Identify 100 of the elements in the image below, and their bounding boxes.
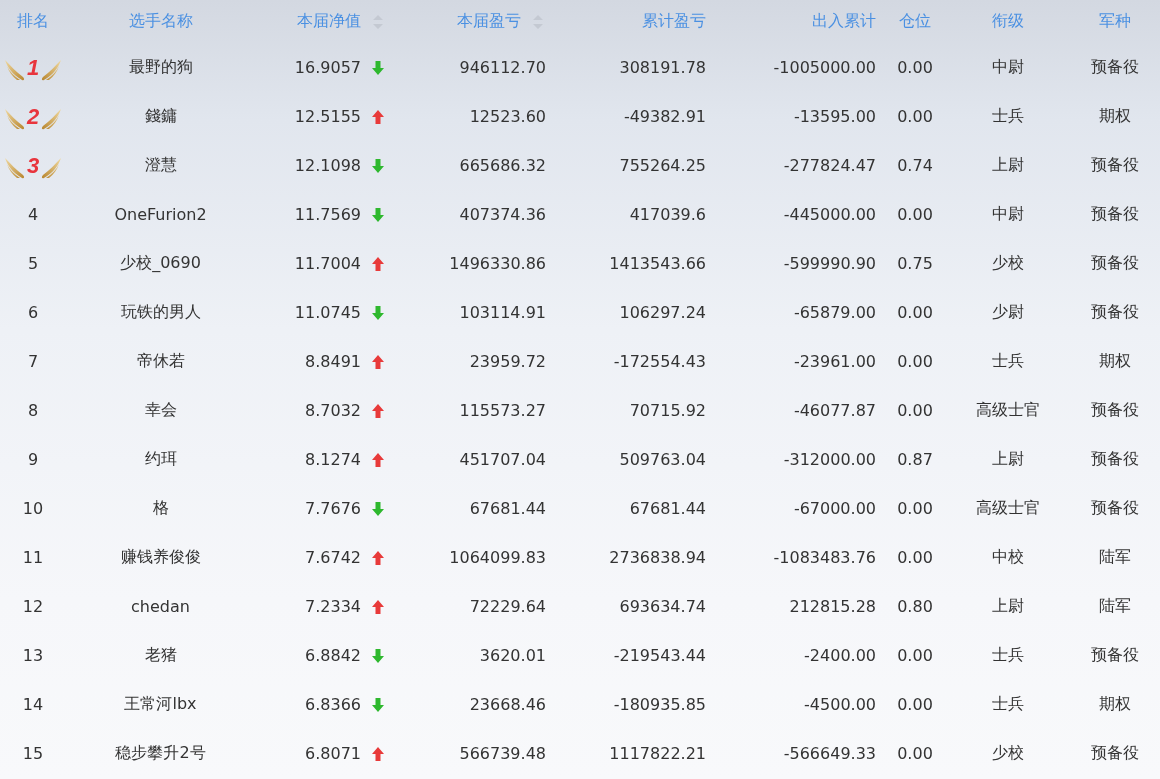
rank-number: 4 <box>27 205 39 224</box>
rank-number: 8 <box>27 401 39 420</box>
table-cell: 7.6742 <box>305 548 361 567</box>
table-cell: 陆军 <box>1099 596 1131 617</box>
table-cell: 693634.74 <box>619 597 706 616</box>
table-cell: 0.00 <box>897 107 933 126</box>
player-name[interactable]: 錢鏞 <box>144 106 177 127</box>
rank-number: 5 <box>27 254 39 273</box>
player-name[interactable]: 稳步攀升2号 <box>115 743 206 764</box>
table-cell: 1064099.83 <box>449 548 546 567</box>
table-cell: 预备役 <box>1091 302 1139 323</box>
table-cell: 0.00 <box>897 303 933 322</box>
player-name[interactable]: chedan <box>131 597 190 616</box>
table-cell: 1413543.66 <box>609 254 706 273</box>
player-name[interactable]: 澄慧 <box>144 155 177 176</box>
table-cell: -445000.00 <box>783 205 876 224</box>
table-cell: -219543.44 <box>613 646 706 665</box>
table-cell: 665686.32 <box>459 156 546 175</box>
table-cell: 中尉 <box>991 57 1024 78</box>
table-cell: 11.7004 <box>294 254 361 273</box>
table-cell: 少校 <box>991 253 1024 274</box>
table-cell: 1117822.21 <box>609 744 706 763</box>
table-cell: -65879.00 <box>793 303 876 322</box>
table-cell: 115573.27 <box>459 401 546 420</box>
table-cell: -1005000.00 <box>773 58 876 77</box>
player-name[interactable]: 最野的狗 <box>128 57 193 78</box>
rank-number: 13 <box>22 646 44 665</box>
column-header: 排名 <box>17 11 49 32</box>
player-name[interactable]: 约珥 <box>144 449 177 470</box>
player-name[interactable]: 王常河lbx <box>124 694 197 715</box>
table-cell: 预备役 <box>1091 400 1139 421</box>
table-cell: 高级士官 <box>975 400 1040 421</box>
table-cell: 预备役 <box>1091 253 1139 274</box>
player-name[interactable]: 玩铁的男人 <box>120 302 201 323</box>
table-cell: 16.9057 <box>294 58 361 77</box>
table-cell: 308191.78 <box>619 58 706 77</box>
column-header: 出入累计 <box>812 11 876 32</box>
table-cell: -599990.90 <box>783 254 876 273</box>
table-cell: 预备役 <box>1091 645 1139 666</box>
table-cell: -566649.33 <box>783 744 876 763</box>
table-cell: 509763.04 <box>619 450 706 469</box>
table-cell: 451707.04 <box>459 450 546 469</box>
table-cell: 预备役 <box>1091 155 1139 176</box>
column-header: 衔级 <box>991 11 1024 32</box>
table-cell: 6.8366 <box>305 695 361 714</box>
player-name[interactable]: 老猪 <box>144 645 177 666</box>
table-cell: 12.1098 <box>294 156 361 175</box>
table-cell: 67681.44 <box>629 499 706 518</box>
table-cell: 23959.72 <box>469 352 546 371</box>
table-cell: -23961.00 <box>793 352 876 371</box>
table-cell: 67681.44 <box>469 499 546 518</box>
player-name[interactable]: OneFurion2 <box>114 205 207 224</box>
table-cell: 2736838.94 <box>609 548 706 567</box>
column-header: 仓位 <box>899 11 931 32</box>
table-cell: 0.00 <box>897 499 933 518</box>
table-cell: -67000.00 <box>793 499 876 518</box>
table-cell: 少校 <box>991 743 1024 764</box>
table-cell: -4500.00 <box>804 695 876 714</box>
column-header: 军种 <box>1099 11 1131 32</box>
table-cell: 1496330.86 <box>449 254 546 273</box>
player-name[interactable]: 格 <box>152 498 169 519</box>
table-cell: 212815.28 <box>789 597 876 616</box>
table-cell: 期权 <box>1099 351 1131 372</box>
table-cell: 上尉 <box>991 449 1024 470</box>
rank-number: 7 <box>27 352 39 371</box>
table-cell: 0.75 <box>897 254 933 273</box>
player-name[interactable]: 幸会 <box>144 400 177 421</box>
table-cell: 预备役 <box>1091 743 1139 764</box>
rank-number: 15 <box>22 744 44 763</box>
rank-number: 12 <box>22 597 44 616</box>
column-header: 累计盈亏 <box>642 11 706 32</box>
table-cell: -180935.85 <box>613 695 706 714</box>
table-cell: 少尉 <box>991 302 1024 323</box>
table-cell: 946112.70 <box>459 58 546 77</box>
table-cell: 0.00 <box>897 548 933 567</box>
table-cell: 陆军 <box>1099 547 1131 568</box>
table-cell: 0.00 <box>897 401 933 420</box>
table-cell: 70715.92 <box>629 401 706 420</box>
table-cell: 103114.91 <box>459 303 546 322</box>
table-cell: -277824.47 <box>783 156 876 175</box>
table-cell: 0.80 <box>897 597 933 616</box>
rank-number: 3 <box>26 152 40 179</box>
table-cell: 士兵 <box>991 106 1024 127</box>
player-name[interactable]: 赚钱养俊俊 <box>120 547 201 568</box>
player-name[interactable]: 少校_0690 <box>120 253 201 274</box>
table-cell: 7.7676 <box>305 499 361 518</box>
table-cell: 6.8071 <box>305 744 361 763</box>
table-cell: -172554.43 <box>613 352 706 371</box>
table-cell: 566739.48 <box>459 744 546 763</box>
table-cell: 0.00 <box>897 744 933 763</box>
table-cell: 0.00 <box>897 205 933 224</box>
table-cell: 407374.36 <box>459 205 546 224</box>
table-cell: 上尉 <box>991 155 1024 176</box>
table-cell: 高级士官 <box>975 498 1040 519</box>
rank-number: 11 <box>22 548 44 567</box>
table-cell: 3620.01 <box>479 646 546 665</box>
table-cell: 0.74 <box>897 156 933 175</box>
player-name[interactable]: 帝休若 <box>136 351 185 372</box>
rank-number: 10 <box>22 499 44 518</box>
table-cell: -312000.00 <box>783 450 876 469</box>
